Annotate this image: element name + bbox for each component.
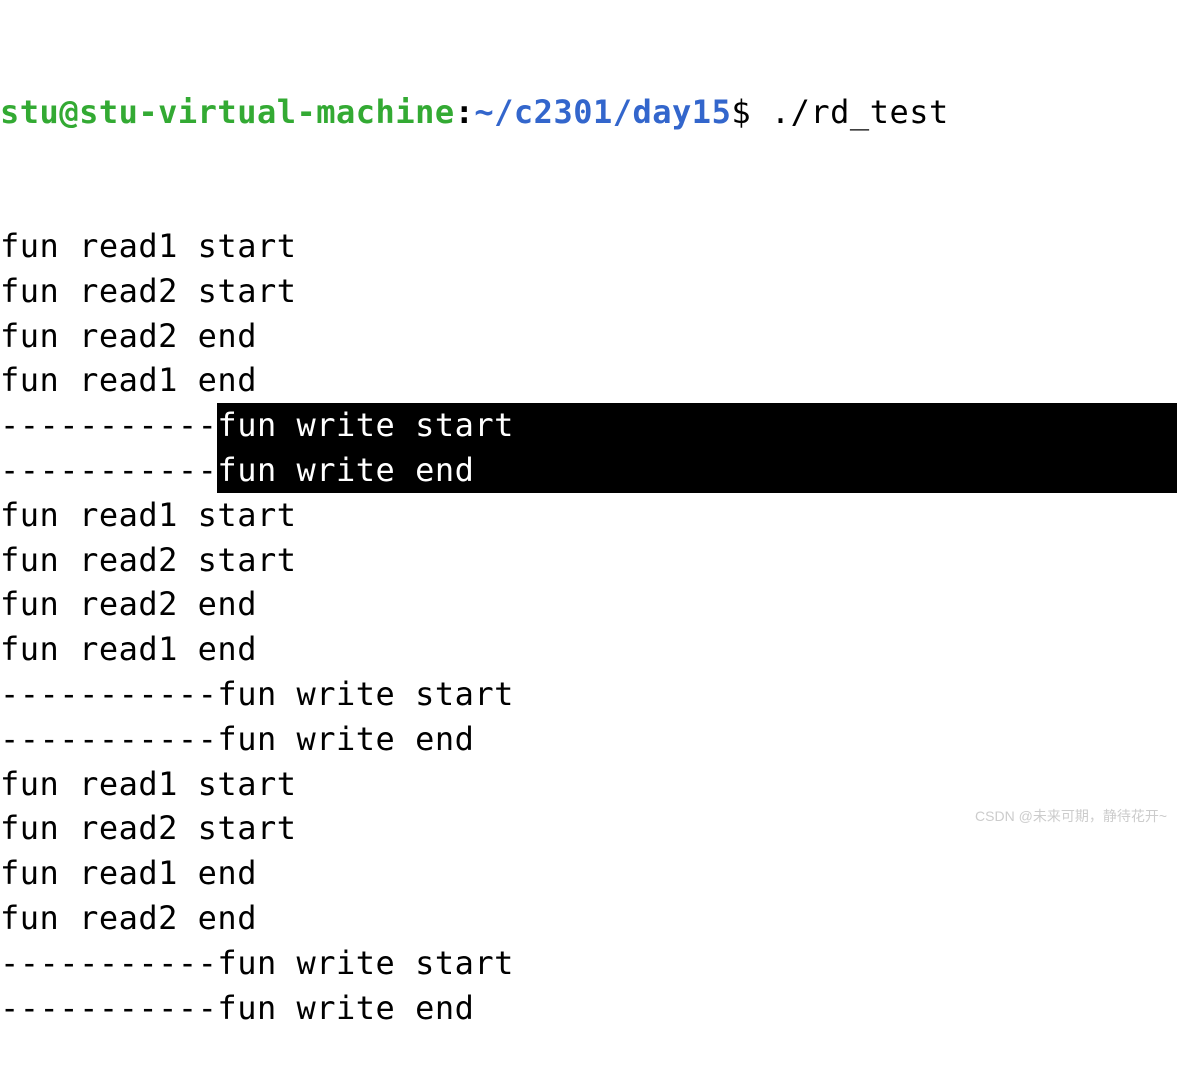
output-line: -----------fun write start [0,403,1177,448]
output-line: fun read1 start [0,224,1177,269]
prompt-dollar: $ [731,90,771,135]
line-prefix: ----------- [0,403,217,448]
highlighted-text: fun write start [217,403,1177,448]
output-text: fun read1 start [0,224,296,269]
output-line: fun read2 start [0,269,1177,314]
output-line: -----------fun write start [0,672,1177,717]
line-prefix: ----------- [0,448,217,493]
output-text: fun read2 end [0,896,257,941]
output-text: -----------fun write end [0,986,474,1031]
command-text: ./rd_test [771,90,949,135]
terminal-output: stu@stu-virtual-machine:~/c2301/day15$ .… [0,0,1177,1075]
output-text: fun read1 start [0,493,296,538]
watermark-text: CSDN @未来可期，静待花开~ [975,807,1167,827]
prompt-line[interactable]: stu@stu-virtual-machine:~/c2301/day15$ .… [0,90,1177,135]
prompt-user-host: stu@stu-virtual-machine [0,90,455,135]
output-text: fun read2 end [0,314,257,359]
output-line: fun read1 end [0,358,1177,403]
output-line: fun read1 end [0,851,1177,896]
output-text: fun read2 start [0,269,296,314]
output-text: fun read2 end [0,582,257,627]
output-line: -----------fun write start [0,941,1177,986]
output-text: fun read1 start [0,762,296,807]
output-line: fun read2 end [0,314,1177,359]
output-line: fun read2 start [0,538,1177,583]
output-text: -----------fun write end [0,717,474,762]
output-text: fun read1 end [0,627,257,672]
output-text: -----------fun write start [0,672,514,717]
output-line: fun read1 start [0,762,1177,807]
output-line: fun read2 end [0,582,1177,627]
output-text: -----------fun write start [0,941,514,986]
output-line: -----------fun write end [0,986,1177,1031]
prompt-colon: : [455,90,475,135]
highlighted-text: fun write end [217,448,1177,493]
output-text: fun read2 start [0,538,296,583]
output-text: fun read2 start [0,806,296,851]
output-text: fun read1 end [0,851,257,896]
output-line: fun read2 end [0,896,1177,941]
output-line: fun read1 end [0,627,1177,672]
prompt-path: ~/c2301/day15 [474,90,731,135]
output-line: fun read1 start [0,493,1177,538]
output-line: -----------fun write end [0,717,1177,762]
output-line: -----------fun write end [0,448,1177,493]
output-text: fun read1 end [0,358,257,403]
